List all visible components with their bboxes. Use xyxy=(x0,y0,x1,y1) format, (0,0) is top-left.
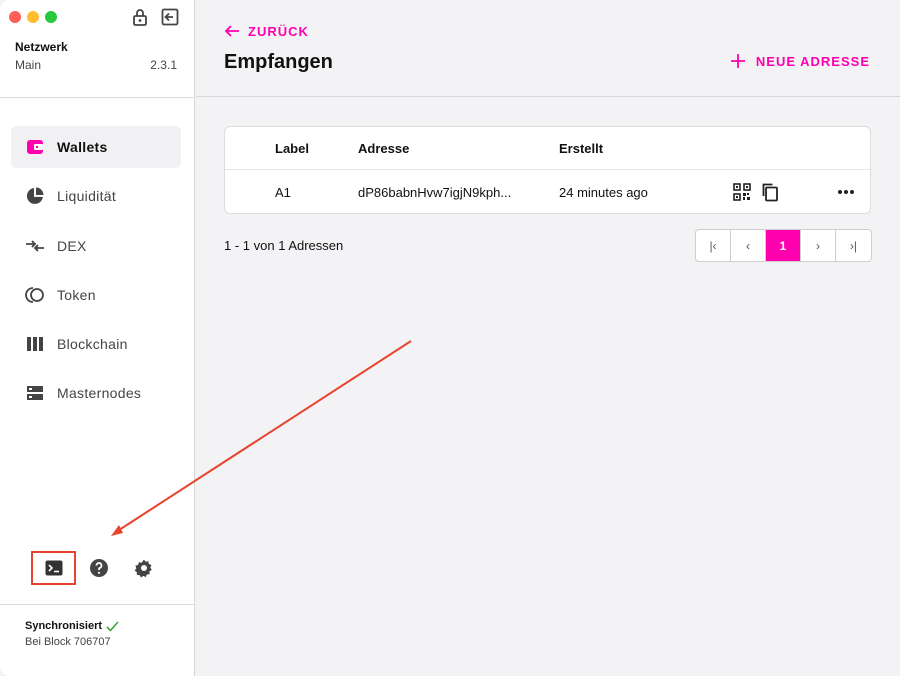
prev-page-button[interactable]: ‹ xyxy=(731,230,766,261)
zoom-window-button[interactable] xyxy=(45,11,57,23)
pagination: |‹ ‹ 1 › ›| xyxy=(695,229,872,262)
page-1-button[interactable]: 1 xyxy=(766,230,801,261)
cell-created: 24 minutes ago xyxy=(559,185,648,200)
sync-status: Synchronisiert xyxy=(25,620,119,632)
nav-item-label: DEX xyxy=(57,237,87,254)
table-header: Label Adresse Erstellt xyxy=(225,127,870,170)
nav-item-dex[interactable]: DEX xyxy=(11,225,181,267)
check-icon xyxy=(106,620,119,632)
more-options-icon[interactable] xyxy=(836,182,856,202)
token-icon xyxy=(25,286,44,303)
divider xyxy=(0,604,195,605)
logout-icon[interactable] xyxy=(160,7,180,32)
network-title: Netzwerk xyxy=(15,40,68,54)
qr-code-icon[interactable] xyxy=(732,182,752,202)
sync-status-label: Synchronisiert xyxy=(25,620,103,632)
new-address-label: NEUE ADRESSE xyxy=(755,53,870,69)
last-page-button[interactable]: ›| xyxy=(836,230,871,261)
nav-item-masternodes[interactable]: Masternodes xyxy=(11,372,181,414)
nav-item-blockchain[interactable]: Blockchain xyxy=(11,323,181,365)
settings-button[interactable] xyxy=(121,551,166,585)
main-content: ZURÜCK Empfangen NEUE ADRESSE Label Adre… xyxy=(196,0,900,676)
address-table: Label Adresse Erstellt A1 dP86babnHvw7ig… xyxy=(224,126,871,214)
nav-item-label: Masternodes xyxy=(57,385,142,402)
help-icon xyxy=(89,559,108,577)
copy-icon[interactable] xyxy=(760,182,780,202)
table-row: A1 dP86babnHvw7igjN9kph... 24 minutes ag… xyxy=(225,171,870,214)
column-header-created: Erstellt xyxy=(559,140,604,156)
sync-block-height: Bei Block 706707 xyxy=(25,636,111,648)
network-name: Main xyxy=(15,58,42,72)
plus-icon xyxy=(730,54,745,68)
pie-chart-icon xyxy=(26,187,44,205)
nav-item-liquidity[interactable]: Liquidität xyxy=(11,175,181,217)
sidebar: Netzwerk Main 2.3.1 Wallets Liquidität D… xyxy=(0,0,195,676)
page-header: ZURÜCK Empfangen NEUE ADRESSE xyxy=(196,0,900,97)
first-page-button[interactable]: |‹ xyxy=(696,230,731,261)
nav-item-label: Wallets xyxy=(57,139,108,155)
app-version: 2.3.1 xyxy=(150,58,177,72)
page-title: Empfangen xyxy=(224,51,333,73)
arrow-left-icon xyxy=(224,25,239,37)
close-window-button[interactable] xyxy=(9,11,21,23)
nav-item-label: Blockchain xyxy=(57,336,128,353)
console-button[interactable] xyxy=(31,551,76,585)
wallet-icon xyxy=(27,140,43,154)
back-label: ZURÜCK xyxy=(248,23,309,39)
gear-icon xyxy=(134,559,152,578)
new-address-button[interactable]: NEUE ADRESSE xyxy=(730,53,870,69)
blocks-icon xyxy=(27,337,43,352)
main-nav: Wallets Liquidität DEX Token Blockchain … xyxy=(11,126,181,422)
swap-arrows-icon xyxy=(26,239,44,252)
nav-item-label: Liquidität xyxy=(57,188,117,205)
terminal-icon xyxy=(45,560,62,576)
divider xyxy=(0,97,195,98)
nav-item-label: Token xyxy=(57,286,96,303)
server-icon xyxy=(27,386,43,401)
pagination-info: 1 - 1 von 1 Adressen xyxy=(224,238,344,253)
window-controls xyxy=(9,11,57,23)
cell-label: A1 xyxy=(275,185,291,200)
back-button[interactable]: ZURÜCK xyxy=(224,23,309,39)
nav-item-token[interactable]: Token xyxy=(11,274,181,316)
help-button[interactable] xyxy=(76,551,121,585)
next-page-button[interactable]: › xyxy=(801,230,836,261)
column-header-label: Label xyxy=(275,140,309,156)
cell-address: dP86babnHvw7igjN9kph... xyxy=(358,185,512,200)
minimize-window-button[interactable] xyxy=(27,11,39,23)
lock-icon[interactable] xyxy=(130,7,150,32)
nav-item-wallets[interactable]: Wallets xyxy=(11,126,181,168)
column-header-address: Adresse xyxy=(358,140,410,156)
